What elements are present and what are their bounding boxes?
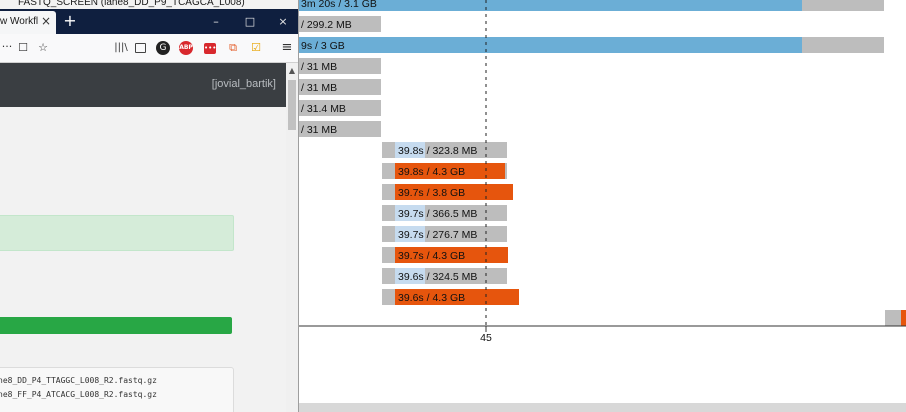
page-content: ne8_DD_P4_TTAGGC_L008_R2.fastq.gz ne8_FF…: [0, 107, 286, 412]
task-label: / 31 MB: [301, 124, 337, 136]
task-label: / 31 MB: [301, 82, 337, 94]
background-window-title: FASTQ_SCREEN (lane8_DD_P9_TCAGCA_L008): [18, 0, 245, 8]
task-label: 39.6s / 4.3 GB: [398, 292, 465, 304]
vertical-scrollbar[interactable]: ▲: [286, 63, 298, 412]
maximize-icon[interactable]: □: [243, 15, 257, 29]
task-label: / 31.4 MB: [301, 103, 346, 115]
x-tick-label: 45: [480, 332, 492, 344]
close-window-icon[interactable]: ×: [276, 15, 290, 29]
sidebar-icon[interactable]: [135, 43, 146, 53]
ghostery-icon[interactable]: G: [156, 41, 170, 55]
tab-workflow[interactable]: w Workfl ×: [0, 11, 56, 34]
extension-check-icon[interactable]: ☑: [249, 41, 263, 55]
tab-close-icon[interactable]: ×: [40, 13, 52, 29]
task-label: / 31 MB: [301, 61, 337, 73]
tab-title: w Workfl: [0, 16, 39, 27]
scroll-thumb[interactable]: [288, 80, 296, 130]
file-name: ne8_DD_P4_TTAGGC_L008_R2.fastq.gz: [0, 376, 157, 385]
task-bar: [901, 310, 906, 326]
task-bar: [299, 37, 802, 53]
app-header: [jovial_bartik]: [0, 63, 286, 107]
task-label: 3m 20s / 3.1 GB: [301, 0, 377, 10]
timeline-svg: 3m 20s / 3.1 GB / 299.2 MB 9s / 3 GB / 31 M…: [299, 0, 906, 344]
timeline-chart: 3m 20s / 3.1 GB / 299.2 MB 9s / 3 GB / 31 M…: [299, 0, 906, 412]
progress-bar: [0, 317, 232, 334]
minimize-icon[interactable]: –: [209, 15, 223, 29]
scroll-up-icon[interactable]: ▲: [286, 65, 298, 77]
task-label: 39.7s / 4.3 GB: [398, 250, 465, 262]
new-tab-icon[interactable]: +: [62, 13, 78, 29]
extension-copy-icon[interactable]: ⧉: [226, 41, 240, 55]
browser-window: FASTQ_SCREEN (lane8_DD_P9_TCAGCA_L008) w…: [0, 0, 298, 412]
file-name: ne8_FF_P4_ATCACG_L008_R2.fastq.gz: [0, 390, 157, 399]
task-label: 39.7s / 366.5 MB: [398, 208, 477, 220]
user-name[interactable]: [jovial_bartik]: [212, 78, 276, 90]
file-list: ne8_DD_P4_TTAGGC_L008_R2.fastq.gz ne8_FF…: [0, 367, 234, 412]
task-label: / 299.2 MB: [301, 19, 352, 31]
bookmark-star-icon[interactable]: ☆: [36, 41, 50, 55]
pocket-icon[interactable]: ☐: [16, 41, 30, 55]
task-label: 39.7s / 3.8 GB: [398, 187, 465, 199]
success-alert: [0, 215, 234, 251]
task-label: 39.8s / 323.8 MB: [398, 145, 477, 157]
task-label: 39.6s / 324.5 MB: [398, 271, 477, 283]
task-label: 9s / 3 GB: [301, 40, 345, 52]
tab-bar: w Workfl × + – □ ×: [0, 9, 298, 34]
adblock-icon[interactable]: ABP: [179, 41, 193, 55]
browser-toolbar: ··· ☐ ☆ |||\ G ABP ••• ⧉ ☑ ≡: [0, 34, 298, 63]
task-label: 39.8s / 4.3 GB: [398, 166, 465, 178]
horizontal-scrollbar[interactable]: [299, 403, 906, 412]
task-label: 39.7s / 276.7 MB: [398, 229, 477, 241]
page-actions-icon[interactable]: ···: [0, 40, 14, 54]
library-icon[interactable]: |||\: [114, 41, 128, 55]
extension-icon[interactable]: •••: [204, 43, 216, 54]
menu-icon[interactable]: ≡: [280, 41, 294, 55]
